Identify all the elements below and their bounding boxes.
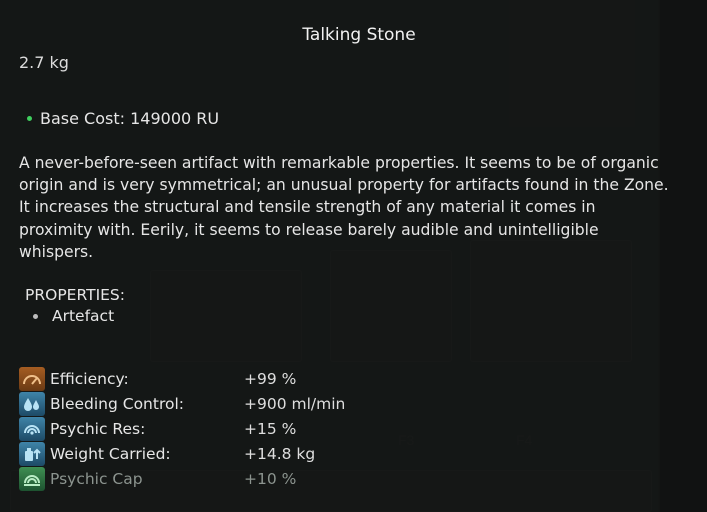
stat-row-bleeding-control: Bleeding Control: +900 ml/min xyxy=(19,391,439,416)
stat-value: +900 ml/min xyxy=(244,394,346,413)
psychic-cap-icon xyxy=(19,466,45,491)
stat-label: Efficiency: xyxy=(50,369,129,388)
property-label: Artefact xyxy=(52,307,115,325)
bleeding-icon xyxy=(19,391,45,416)
stat-row-weight-carried: Weight Carried: +14.8 kg xyxy=(19,441,439,466)
efficiency-icon xyxy=(19,366,45,391)
item-description: A never-before-seen artifact with remark… xyxy=(19,154,669,261)
stat-value: +10 % xyxy=(244,469,297,488)
stat-row-psychic-res: Psychic Res: +15 % xyxy=(19,416,439,441)
stat-row-psychic-cap: Psychic Cap +10 % xyxy=(19,466,439,491)
stat-label: Bleeding Control: xyxy=(50,394,184,413)
weight-icon xyxy=(19,441,45,466)
item-title: Talking Stone xyxy=(302,25,416,45)
item-tooltip: Talking Stone 2.7 kg Base Cost: 149000 R… xyxy=(0,0,669,512)
item-weight: 2.7 kg xyxy=(19,53,69,72)
bullet-icon xyxy=(27,116,32,121)
stats-list: Efficiency: +99 % Bleeding Control: +900… xyxy=(19,366,439,491)
stat-value: +99 % xyxy=(244,369,297,388)
psychic-res-icon xyxy=(19,416,45,441)
properties-heading: PROPERTIES: xyxy=(25,286,125,304)
base-cost-row: Base Cost: 149000 RU xyxy=(27,109,219,128)
property-item: Artefact xyxy=(33,307,114,325)
stat-label: Psychic Cap xyxy=(50,469,143,488)
stat-label: Weight Carried: xyxy=(50,444,171,463)
stat-value: +15 % xyxy=(244,419,297,438)
stat-row-efficiency: Efficiency: +99 % xyxy=(19,366,439,391)
stat-label: Psychic Res: xyxy=(50,419,146,438)
base-cost-text: Base Cost: 149000 RU xyxy=(40,109,220,128)
stat-value: +14.8 kg xyxy=(244,444,316,463)
bullet-icon xyxy=(33,313,38,319)
